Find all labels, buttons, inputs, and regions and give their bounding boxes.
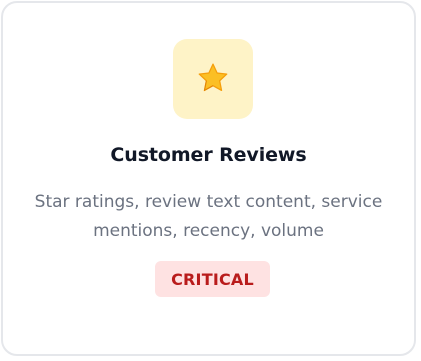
star-icon: [198, 63, 228, 92]
customer-reviews-card: Customer Reviews Star ratings, review te…: [1, 1, 416, 356]
icon-tile: [173, 39, 253, 119]
card-description: Star ratings, review text content, servi…: [34, 192, 383, 241]
card-title: Customer Reviews: [110, 144, 307, 166]
priority-badge: CRITICAL: [155, 261, 270, 297]
